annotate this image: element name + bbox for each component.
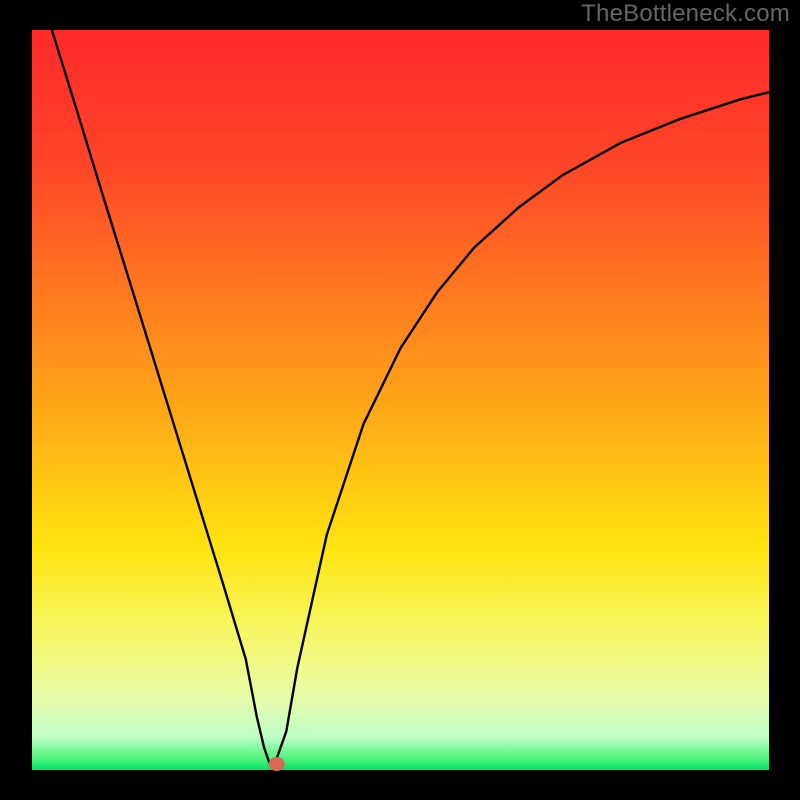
optimum-marker xyxy=(269,757,285,771)
bottleneck-chart xyxy=(0,0,800,800)
plot-background xyxy=(32,30,769,770)
watermark-text: TheBottleneck.com xyxy=(581,0,790,28)
chart-frame: TheBottleneck.com xyxy=(0,0,800,800)
